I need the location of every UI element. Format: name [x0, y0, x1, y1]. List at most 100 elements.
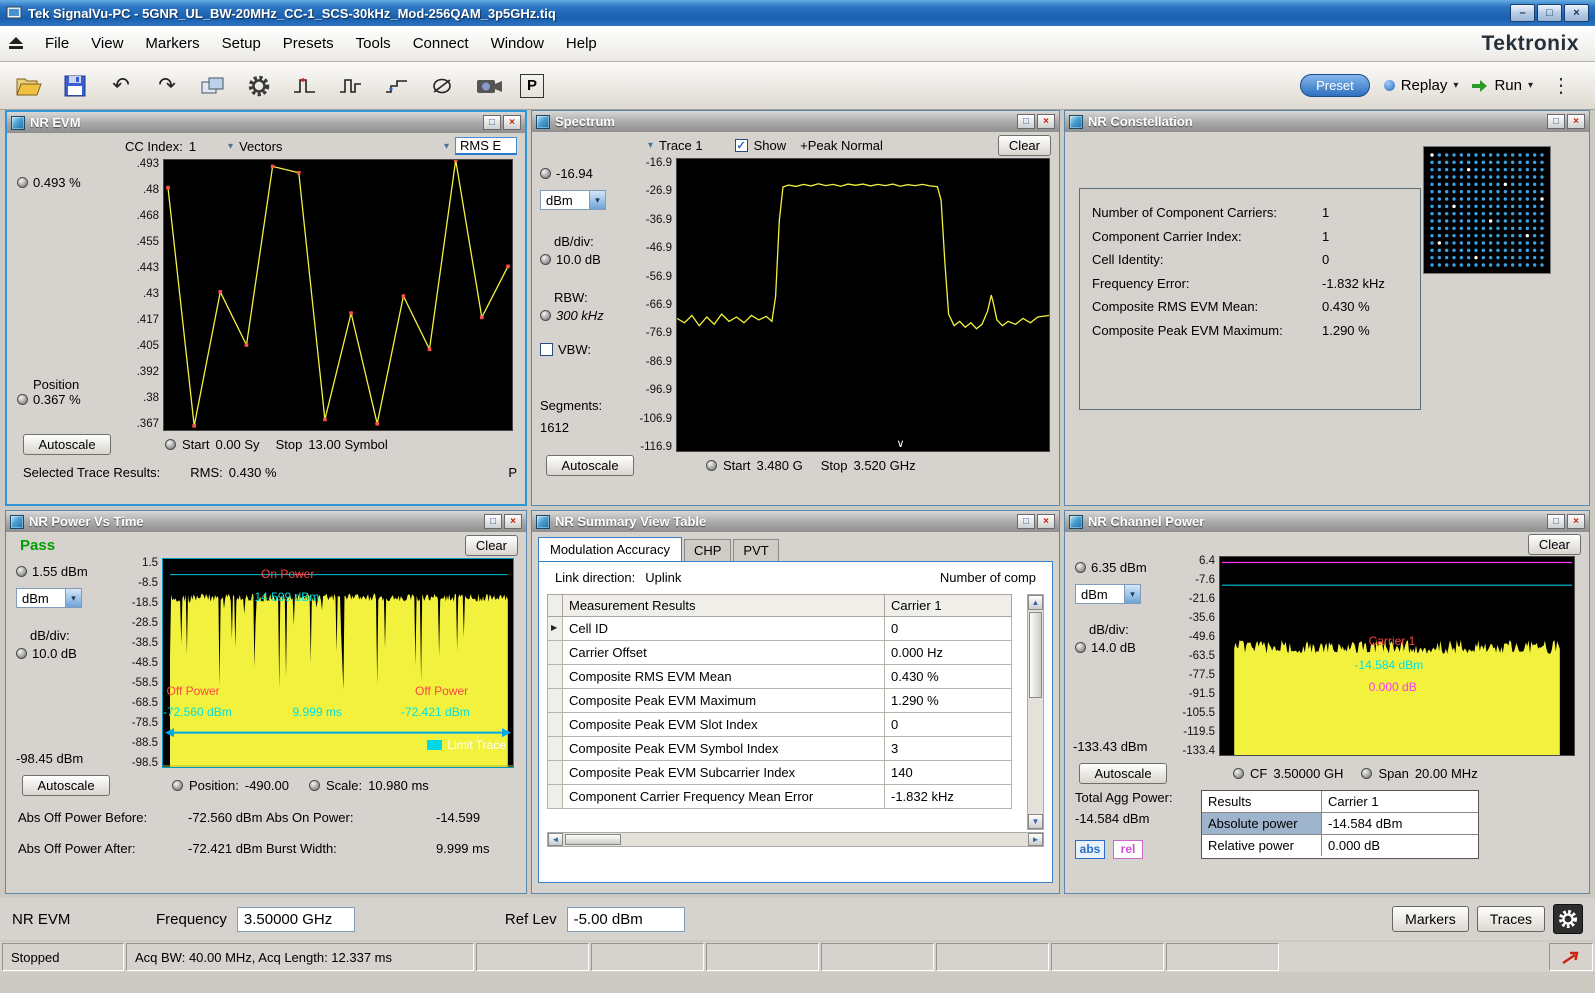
table-row[interactable]: Component Carrier Frequency Mean Error -… — [547, 785, 1044, 809]
maximize-button[interactable]: □ — [1547, 514, 1565, 529]
close-button[interactable]: × — [1037, 514, 1055, 529]
adjust-knob-icon[interactable] — [540, 254, 551, 265]
adjust-knob-icon[interactable] — [540, 310, 551, 321]
summary-panel-header[interactable]: NR Summary View Table □ × — [532, 511, 1059, 532]
db-div-value[interactable]: 10.0 dB — [556, 252, 601, 267]
row-selector[interactable] — [547, 641, 563, 665]
cf-value[interactable]: 3.50000 GH — [1273, 766, 1343, 781]
adjust-knob-icon[interactable] — [1075, 642, 1086, 653]
scroll-down-button[interactable]: ▼ — [1028, 814, 1043, 829]
nr-chp-panel-header[interactable]: NR Channel Power □ × — [1065, 511, 1589, 532]
maximize-button[interactable]: □ — [1537, 4, 1562, 22]
step-waveform-icon[interactable] — [382, 71, 412, 101]
menu-item[interactable]: Help — [555, 30, 608, 57]
pvt-chart[interactable]: On Power -14.599 dBm Off Power -72.560 d… — [162, 558, 514, 768]
ref-level-value[interactable]: 1.55 dBm — [32, 564, 88, 579]
title-bar[interactable]: Tek SignalVu-PC - 5GNR_UL_BW-20MHz_CC-1_… — [0, 0, 1595, 26]
ref-level-value[interactable]: 6.35 dBm — [1091, 560, 1147, 575]
adjust-knob-icon[interactable] — [172, 780, 183, 791]
close-button[interactable]: × — [1567, 114, 1585, 129]
acquisition-icon[interactable] — [428, 71, 458, 101]
adjust-knob-icon[interactable] — [540, 168, 551, 179]
position-value[interactable]: -490.00 — [245, 778, 289, 793]
adjust-knob-icon[interactable] — [17, 177, 28, 188]
menu-item[interactable]: Connect — [402, 30, 480, 57]
trace-style-dropdown[interactable]: Vectors — [239, 139, 282, 154]
metric-dropdown[interactable]: RMS E — [455, 137, 517, 155]
pulse-icon[interactable] — [336, 71, 366, 101]
close-button[interactable]: × — [1037, 114, 1055, 129]
open-file-icon[interactable] — [14, 71, 44, 101]
scale-value[interactable]: 10.980 ms — [368, 778, 429, 793]
rbw-value[interactable]: 300 kHz — [556, 308, 604, 323]
clear-button[interactable]: Clear — [465, 535, 518, 556]
maximize-button[interactable]: □ — [483, 115, 501, 130]
vertical-scrollbar[interactable]: ▲ ▼ — [1027, 594, 1044, 830]
adjust-knob-icon[interactable] — [1233, 768, 1244, 779]
duplicate-window-icon[interactable] — [198, 71, 228, 101]
vbw-checkbox[interactable] — [540, 343, 553, 356]
nr-pvt-panel-header[interactable]: NR Power Vs Time □ × — [6, 511, 526, 532]
adjust-knob-icon[interactable] — [1075, 562, 1086, 573]
row-selector[interactable] — [547, 665, 563, 689]
paste-icon[interactable]: P — [520, 74, 544, 98]
nr-evm-panel-header[interactable]: NR EVM □ × — [7, 112, 525, 133]
chevron-down-icon[interactable]: ▾ — [228, 141, 233, 152]
rel-button[interactable]: rel — [1113, 840, 1143, 859]
row-selector[interactable] — [547, 713, 563, 737]
eject-icon[interactable] — [8, 36, 24, 51]
relative-power-label[interactable]: Relative power — [1202, 835, 1322, 856]
autoscale-button[interactable]: Autoscale — [1079, 763, 1167, 784]
scrollbar-thumb[interactable] — [565, 834, 621, 845]
table-row[interactable]: Carrier Offset 0.000 Hz — [547, 641, 1044, 665]
show-checkbox[interactable]: ✓ — [735, 139, 748, 152]
summary-tab[interactable]: CHP — [684, 539, 731, 561]
ref-lev-input[interactable] — [567, 907, 685, 932]
minimize-button[interactable]: – — [1510, 4, 1535, 22]
unit-select[interactable]: dBm ▾ — [540, 190, 606, 210]
autoscale-button[interactable]: Autoscale — [546, 455, 634, 476]
row-selector[interactable] — [547, 785, 563, 809]
marker-arrow-icon[interactable]: ∨ — [896, 437, 904, 450]
abs-button[interactable]: abs — [1075, 840, 1105, 859]
undo-icon[interactable]: ↶ — [106, 71, 136, 101]
db-div-value[interactable]: 14.0 dB — [1091, 640, 1136, 655]
horizontal-scrollbar[interactable]: ◄ ► — [547, 832, 1044, 847]
scrollbar-thumb[interactable] — [1029, 612, 1042, 698]
run-button[interactable]: Run ▾ — [1472, 77, 1533, 94]
summary-tab[interactable]: Modulation Accuracy — [538, 537, 682, 561]
table-row[interactable]: Composite Peak EVM Slot Index 0 — [547, 713, 1044, 737]
menu-item[interactable]: Tools — [345, 30, 402, 57]
close-button[interactable]: × — [1564, 4, 1589, 22]
clear-button[interactable]: Clear — [998, 135, 1051, 156]
chevron-down-icon[interactable]: ▾ — [1453, 80, 1458, 91]
chevron-down-icon[interactable]: ▾ — [444, 141, 449, 152]
overflow-menu-icon[interactable]: ⋮ — [1547, 73, 1575, 98]
replay-button[interactable]: Replay ▾ — [1384, 77, 1459, 94]
close-button[interactable]: × — [504, 514, 522, 529]
maximize-button[interactable]: □ — [1017, 514, 1035, 529]
row-selector[interactable] — [547, 617, 563, 641]
evm-chart[interactable] — [163, 159, 513, 431]
chp-chart[interactable]: Carrier 1 -14.584 dBm 0.000 dB — [1219, 556, 1575, 756]
stop-value[interactable]: 13.00 Symbol — [308, 437, 388, 452]
clear-button[interactable]: Clear — [1528, 534, 1581, 555]
autoscale-button[interactable]: Autoscale — [22, 775, 110, 796]
frequency-input[interactable] — [237, 907, 355, 932]
absolute-power-label[interactable]: Absolute power — [1202, 813, 1322, 835]
maximize-button[interactable]: □ — [484, 514, 502, 529]
table-row[interactable]: Cell ID 0 — [547, 617, 1044, 641]
chevron-down-icon[interactable]: ▾ — [648, 140, 653, 151]
settings-gear-icon[interactable] — [244, 71, 274, 101]
menu-item[interactable]: Presets — [272, 30, 345, 57]
scroll-left-button[interactable]: ◄ — [548, 833, 563, 846]
unit-select[interactable]: dBm ▾ — [1075, 584, 1141, 604]
menu-item[interactable]: File — [34, 30, 80, 57]
adjust-knob-icon[interactable] — [17, 394, 28, 405]
scroll-right-button[interactable]: ► — [1028, 833, 1043, 846]
scroll-up-button[interactable]: ▲ — [1028, 595, 1043, 610]
adjust-knob-icon[interactable] — [16, 566, 27, 577]
trace-selector[interactable]: Trace 1 — [659, 138, 703, 153]
camera-icon[interactable] — [474, 71, 504, 101]
settings-gear-button[interactable] — [1553, 904, 1583, 934]
